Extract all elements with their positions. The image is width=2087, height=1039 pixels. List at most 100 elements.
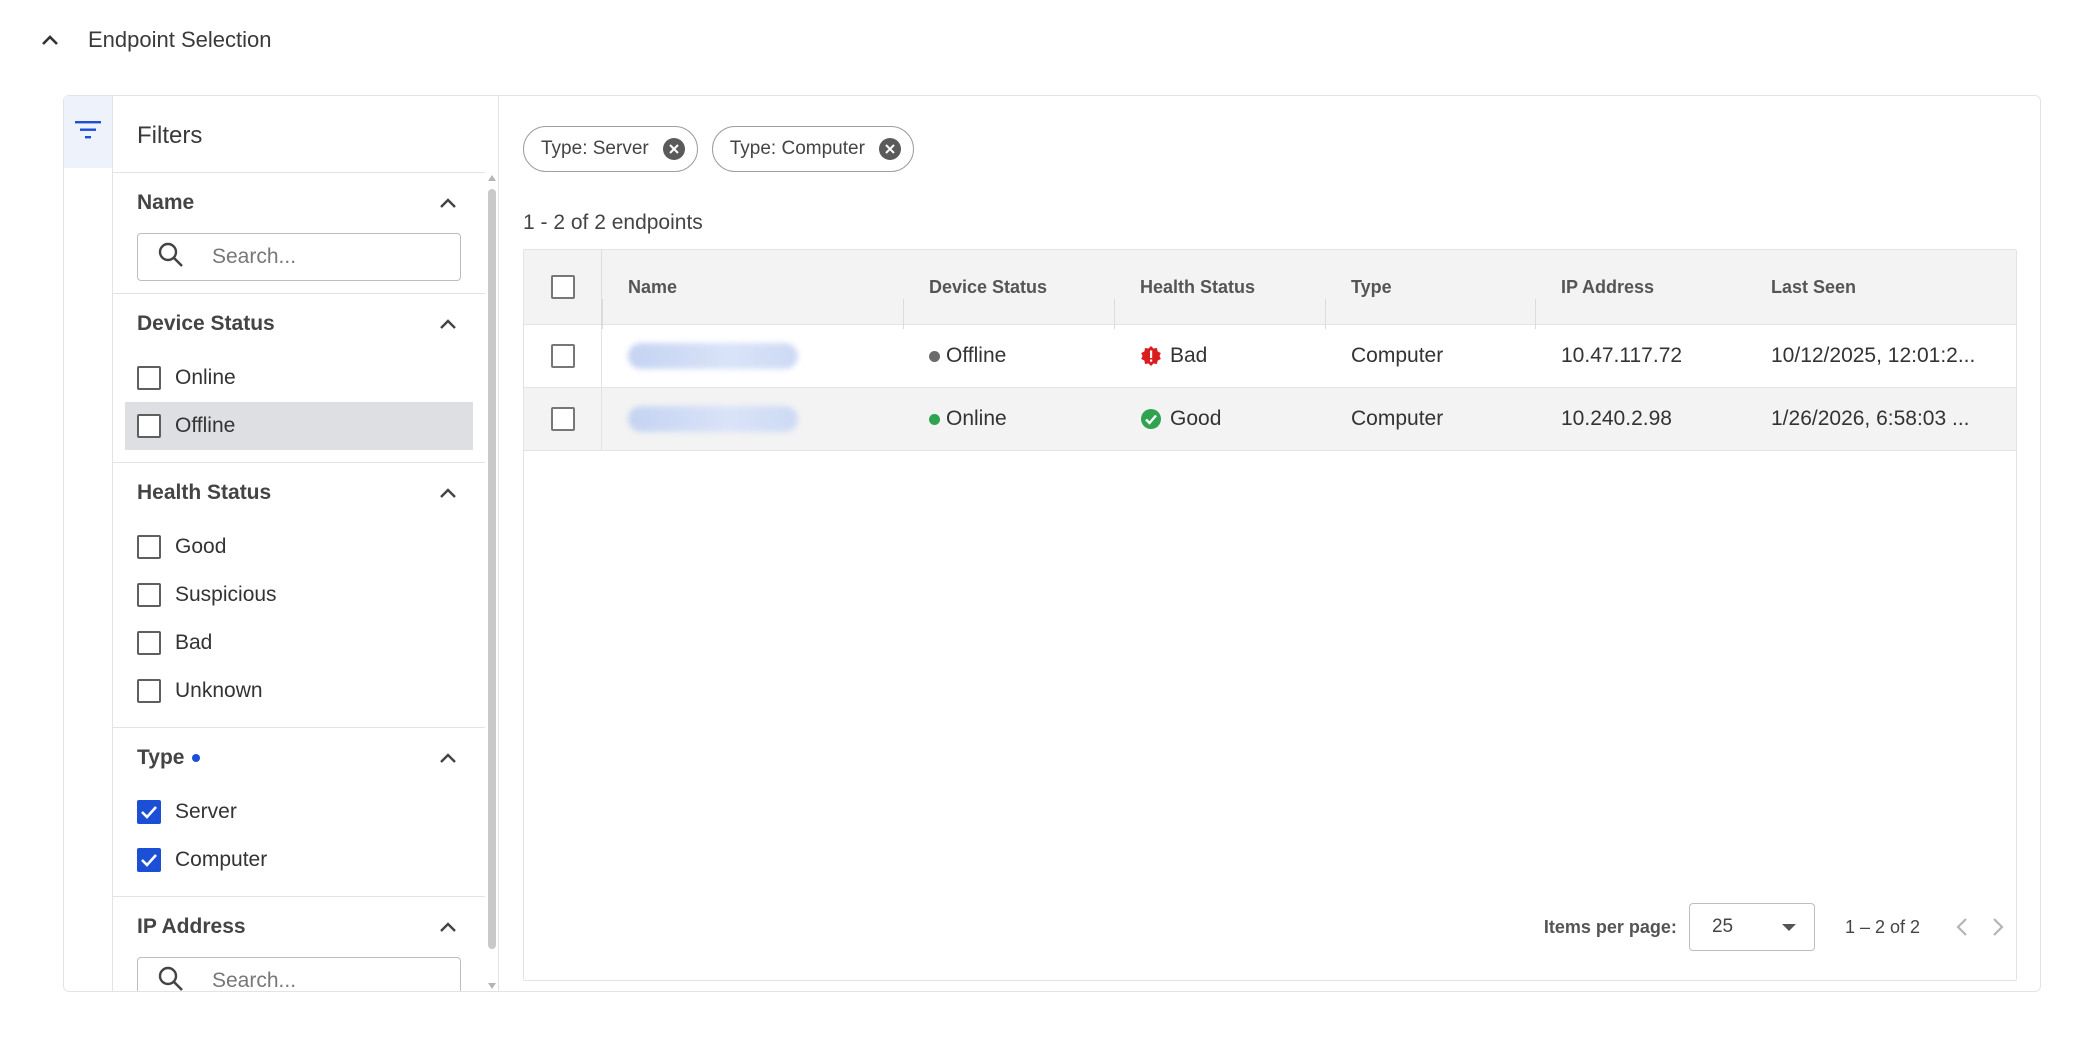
endpoints-table: Name Device Status Health Status Type IP… xyxy=(523,249,2017,981)
row-select-cell xyxy=(524,387,602,451)
checkbox[interactable] xyxy=(137,583,161,607)
health-status-cell: Good xyxy=(1114,407,1325,431)
table-row[interactable]: Online Good Computer 10.240.2.98 1/26/20… xyxy=(524,387,2016,451)
previous-page-button[interactable] xyxy=(1944,909,1980,945)
filter-group-health-status: Health Status Good Suspicious Bad Unknow… xyxy=(113,463,485,728)
ip-search-input[interactable] xyxy=(210,968,430,991)
checkbox[interactable] xyxy=(137,535,161,559)
checkbox-checked[interactable] xyxy=(137,848,161,872)
select-all-cell xyxy=(524,249,602,325)
chevron-up-icon[interactable] xyxy=(435,311,461,337)
last-seen-cell: 1/26/2026, 6:58:03 ... xyxy=(1771,407,1970,430)
remove-chip-icon[interactable] xyxy=(662,138,685,160)
checkbox[interactable] xyxy=(137,366,161,390)
device-status-cell: Online xyxy=(903,407,1114,431)
ip-cell: 10.240.2.98 xyxy=(1561,407,1672,430)
column-header-type[interactable]: Type xyxy=(1325,277,1535,329)
checkbox[interactable] xyxy=(137,631,161,655)
health-status-text: Good xyxy=(1170,407,1222,430)
redacted-name xyxy=(628,406,798,432)
filter-group-title: Device Status xyxy=(137,312,275,335)
name-search-field[interactable] xyxy=(137,233,461,281)
active-filter-dot xyxy=(192,754,201,762)
health-status-cell: Bad xyxy=(1114,344,1325,368)
filter-group-title: IP Address xyxy=(137,915,246,938)
filter-option-server[interactable]: Server xyxy=(125,788,473,836)
filter-option-good[interactable]: Good xyxy=(125,523,473,571)
column-header-ip-address[interactable]: IP Address xyxy=(1535,277,1745,329)
endpoint-name-link[interactable] xyxy=(602,343,903,369)
filter-option-unknown[interactable]: Unknown xyxy=(125,667,473,715)
endpoint-count: 1 - 2 of 2 endpoints xyxy=(523,211,703,234)
device-status-cell: Offline xyxy=(903,344,1114,368)
chevron-up-icon[interactable] xyxy=(435,914,461,940)
filter-group-title: Health Status xyxy=(137,481,272,504)
filter-chip-type-server[interactable]: Type: Server xyxy=(523,126,698,172)
redacted-name xyxy=(628,343,798,369)
items-per-page-select[interactable]: 25 xyxy=(1688,903,1815,951)
column-header-name[interactable]: Name xyxy=(602,277,903,329)
online-status-dot xyxy=(929,413,940,425)
option-label: Offline xyxy=(175,414,236,437)
select-all-checkbox[interactable] xyxy=(550,275,575,299)
scroll-up-arrow[interactable] xyxy=(488,175,496,181)
row-select-cell xyxy=(524,324,602,388)
ip-search-field[interactable] xyxy=(137,957,461,991)
row-checkbox[interactable] xyxy=(550,344,575,368)
option-label: Online xyxy=(175,366,236,389)
chevron-right-icon xyxy=(1993,918,2004,936)
endpoint-selection-panel: Filters Name Search... Device Status Onl… xyxy=(63,95,2041,992)
chevron-up-icon[interactable] xyxy=(435,190,461,216)
filter-toggle-button[interactable] xyxy=(64,96,112,168)
chip-label: Type: Computer xyxy=(729,138,865,159)
health-status-text: Bad xyxy=(1170,344,1208,367)
scrollbar-thumb[interactable] xyxy=(488,189,496,949)
chevron-up-icon[interactable] xyxy=(435,745,461,771)
type-cell: Computer xyxy=(1351,344,1444,367)
ip-cell: 10.47.117.72 xyxy=(1561,344,1683,367)
table-row[interactable]: Offline Bad Computer 10.47.117.72 10/12/… xyxy=(524,324,2016,388)
active-filter-chips: Type: Server Type: Computer xyxy=(523,126,914,172)
checkbox[interactable] xyxy=(137,414,161,438)
scroll-down-arrow[interactable] xyxy=(488,983,496,989)
column-header-health-status[interactable]: Health Status xyxy=(1114,277,1325,329)
device-status-text: Offline xyxy=(946,344,1007,367)
name-search-input[interactable] xyxy=(210,244,430,270)
table-header: Name Device Status Health Status Type IP… xyxy=(524,249,2016,329)
filter-group-title: Type xyxy=(137,746,201,770)
dropdown-caret-icon xyxy=(1781,923,1796,931)
remove-chip-icon[interactable] xyxy=(878,138,901,160)
page-range: 1 – 2 of 2 xyxy=(1844,916,1920,937)
checkbox[interactable] xyxy=(137,679,161,703)
pagination: Items per page: 25 1 – 2 of 2 xyxy=(1544,903,2016,951)
filters-scrollbar[interactable] xyxy=(485,173,498,991)
option-label: Suspicious xyxy=(175,583,277,606)
chevron-left-icon xyxy=(1956,918,1967,936)
filter-option-computer[interactable]: Computer xyxy=(125,836,473,884)
chevron-up-icon[interactable] xyxy=(435,480,461,506)
filter-option-bad[interactable]: Bad xyxy=(125,619,473,667)
row-checkbox[interactable] xyxy=(550,407,575,431)
items-per-page-label: Items per page: xyxy=(1543,916,1677,937)
search-icon xyxy=(158,242,184,273)
filter-group-name: Name xyxy=(113,173,485,294)
filter-group-ip-address: IP Address xyxy=(113,897,485,991)
filters-scroll-area[interactable]: Name Device Status xyxy=(113,173,485,991)
option-label: Good xyxy=(175,535,227,558)
filter-rail xyxy=(64,96,113,991)
filter-option-suspicious[interactable]: Suspicious xyxy=(125,571,473,619)
option-label: Server xyxy=(175,800,237,823)
column-header-device-status[interactable]: Device Status xyxy=(903,277,1114,329)
filter-chip-type-computer[interactable]: Type: Computer xyxy=(711,126,914,172)
filter-option-offline[interactable]: Offline xyxy=(125,402,473,450)
bad-alert-icon xyxy=(1140,345,1162,367)
chevron-up-icon[interactable] xyxy=(36,26,64,54)
section-title: Endpoint Selection xyxy=(88,27,272,52)
option-label: Computer xyxy=(175,848,268,871)
chip-label: Type: Server xyxy=(541,138,649,159)
filter-option-online[interactable]: Online xyxy=(125,354,473,402)
next-page-button[interactable] xyxy=(1980,909,2016,945)
column-header-last-seen[interactable]: Last Seen xyxy=(1745,277,2015,298)
checkbox-checked[interactable] xyxy=(137,800,161,824)
endpoint-name-link[interactable] xyxy=(602,406,903,432)
